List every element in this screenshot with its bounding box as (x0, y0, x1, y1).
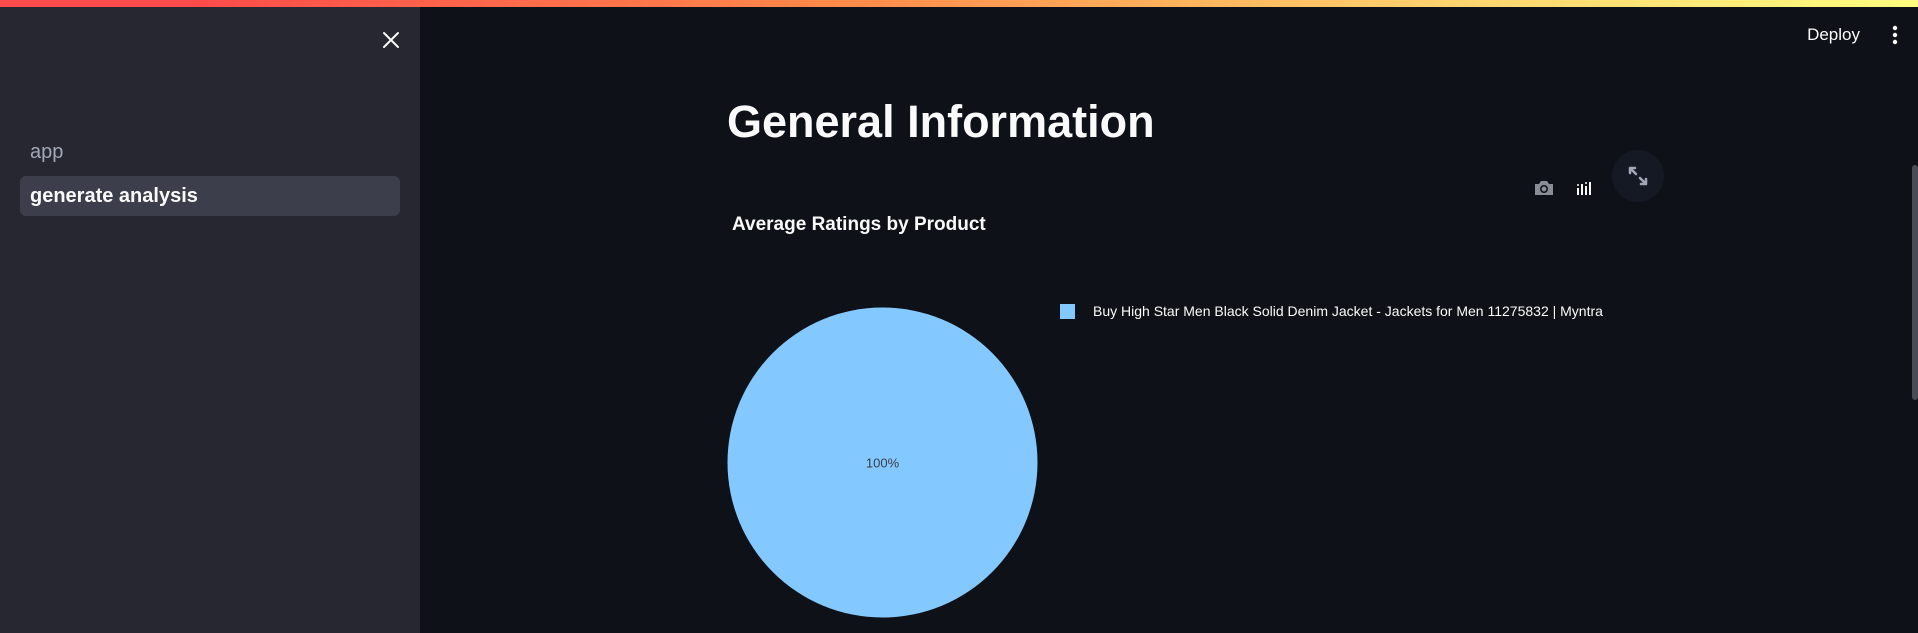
chart-title: Average Ratings by Product (732, 214, 986, 235)
close-sidebar-button[interactable] (378, 27, 404, 53)
main-scrollbar[interactable] (1912, 165, 1918, 400)
header-actions: Deploy (1795, 20, 1918, 50)
kebab-menu-icon (1892, 25, 1898, 45)
plotly-logo-button[interactable] (1568, 172, 1600, 204)
deploy-button[interactable]: Deploy (1795, 20, 1872, 50)
pie-slice-label: 100% (866, 456, 900, 471)
top-decoration-bar (0, 0, 1918, 7)
chart-toolbar (1528, 150, 1664, 213)
chart-legend: Buy High Star Men Black Solid Denim Jack… (1060, 303, 1603, 319)
fullscreen-icon (1628, 166, 1648, 186)
main-menu-button[interactable] (1880, 20, 1910, 50)
download-png-button[interactable] (1528, 172, 1560, 204)
legend-entry-label[interactable]: Buy High Star Men Black Solid Denim Jack… (1093, 303, 1603, 319)
sidebar-nav: app generate analysis (20, 132, 400, 220)
pie-chart-svg: 100% (727, 307, 1038, 618)
sidebar-item-app[interactable]: app (20, 132, 400, 172)
page-title: General Information (727, 96, 1155, 147)
pie-chart: 100% (725, 305, 1040, 620)
plotly-logo-icon (1574, 178, 1594, 198)
legend-swatch[interactable] (1060, 303, 1075, 319)
fullscreen-button[interactable] (1612, 150, 1664, 202)
camera-icon (1535, 181, 1553, 195)
sidebar: app generate analysis (0, 7, 420, 633)
close-icon (383, 32, 399, 48)
sidebar-item-generate-analysis[interactable]: generate analysis (20, 176, 400, 216)
